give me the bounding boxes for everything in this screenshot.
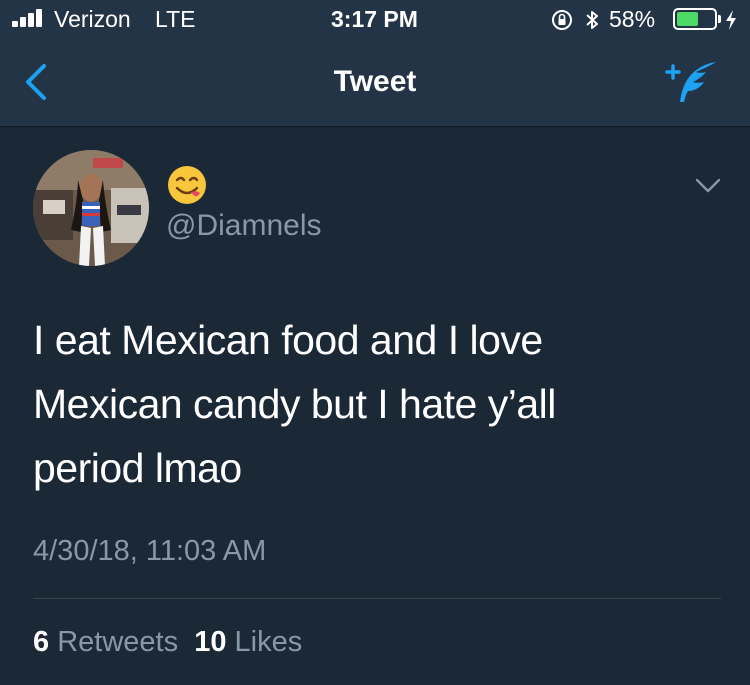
- profile-photo: [33, 150, 149, 266]
- page-title: Tweet: [333, 65, 417, 98]
- status-time: 3:17 PM: [331, 6, 418, 32]
- orientation-lock-icon: [552, 10, 572, 30]
- charging-bolt-icon: [726, 10, 736, 30]
- likes-count: 10: [194, 626, 227, 658]
- battery-level-fill: [677, 12, 698, 26]
- display-name-emoji-icon: [168, 166, 206, 204]
- chevron-down-icon[interactable]: [694, 176, 722, 196]
- retweets-label: Retweets: [57, 626, 179, 658]
- likes-label: Likes: [234, 626, 303, 658]
- tweet-stats: 6 Retweets 10 Likes: [33, 624, 302, 660]
- user-handle[interactable]: @Diamnels: [166, 208, 322, 244]
- avatar[interactable]: [33, 150, 149, 266]
- bluetooth-icon: [586, 11, 598, 29]
- status-bar: Verizon LTE 3:17 PM 58%: [0, 0, 750, 40]
- tweet-text-line: Mexican candy but I hate y’all: [33, 381, 556, 427]
- carrier-name: Verizon: [54, 6, 131, 32]
- signal-strength-icon: [12, 9, 48, 27]
- tweet-text-line: period lmao: [33, 445, 242, 491]
- tweet-text: I eat Mexican food and I love Mexican ca…: [33, 308, 693, 500]
- tweet-timestamp: 4/30/18, 11:03 AM: [33, 535, 267, 567]
- compose-tweet-icon[interactable]: [664, 58, 720, 106]
- retweets-stat[interactable]: 6 Retweets: [33, 626, 178, 658]
- battery-percent: 58%: [609, 6, 656, 32]
- tweet-text-line: I eat Mexican food and I love: [33, 317, 543, 363]
- retweets-count: 6: [33, 626, 50, 658]
- network-type: LTE: [155, 6, 196, 32]
- battery-icon: [673, 8, 721, 30]
- likes-stat[interactable]: 10 Likes: [194, 626, 302, 658]
- nav-bar: Tweet: [0, 40, 750, 127]
- divider: [33, 598, 721, 599]
